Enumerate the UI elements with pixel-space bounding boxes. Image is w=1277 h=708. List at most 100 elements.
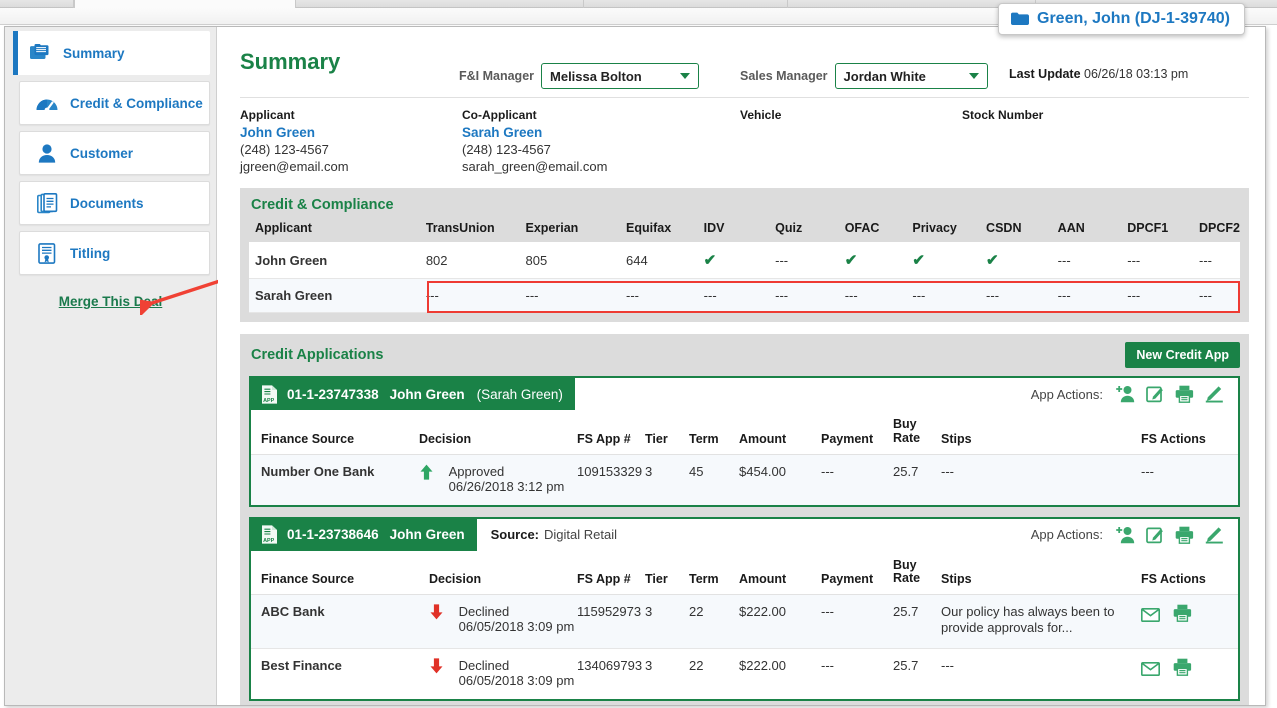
scroll-gutter[interactable]	[1253, 27, 1265, 705]
cc-experian: 805	[525, 242, 626, 279]
check-icon: ✔	[986, 252, 999, 269]
cc-idv: ---	[703, 278, 776, 313]
decision-text: Approved	[448, 463, 505, 479]
new-credit-app-button[interactable]: New Credit App	[1125, 342, 1240, 368]
sign-icon[interactable]	[1205, 385, 1224, 403]
cc-applicant-name[interactable]: Sarah Green	[249, 278, 426, 313]
col-tier: Tier	[645, 410, 689, 455]
add-person-icon[interactable]	[1116, 385, 1135, 403]
sidebar-item-titling[interactable]: Titling	[19, 231, 210, 275]
amount-value: $222.00	[739, 647, 821, 699]
credit-app-card: APP 01-1-23738646 John Green Source: Dig…	[249, 516, 1240, 701]
finance-source-name[interactable]: Number One Bank	[251, 454, 419, 505]
deal-chip-label: Green, John (DJ-1-39740)	[1037, 10, 1230, 27]
term-value: 22	[689, 604, 704, 619]
envelope-icon[interactable]	[1141, 661, 1160, 676]
person-icon	[34, 141, 60, 165]
table-row: Sarah Green --- --- --- --- --- --- --- …	[249, 278, 1240, 313]
credit-app-id: 01-1-23747338	[287, 386, 379, 402]
finance-source-name[interactable]: ABC Bank	[251, 595, 429, 649]
decision-text: Declined	[458, 657, 510, 673]
sales-manager-label: Sales Manager	[740, 69, 828, 83]
edit-icon[interactable]	[1146, 526, 1164, 544]
cc-csdn: ---	[986, 278, 1058, 313]
print-icon[interactable]	[1173, 658, 1192, 676]
sidebar-item-credit-compliance[interactable]: Credit & Compliance	[19, 81, 210, 125]
decision-date: 06/05/2018 3:09 pm	[458, 672, 575, 688]
term-value: 45	[689, 463, 704, 479]
cc-applicant-name[interactable]: John Green	[249, 242, 426, 279]
credit-app-id: 01-1-23738646	[287, 527, 379, 542]
sidebar-item-customer[interactable]: Customer	[19, 131, 210, 175]
fi-manager-label: F&I Manager	[459, 69, 535, 83]
app-actions-group: App Actions:	[1031, 378, 1238, 410]
payment-value: ---	[821, 463, 834, 479]
credit-applications-panel: Credit Applications New Credit App APP 0…	[240, 334, 1249, 705]
add-person-icon[interactable]	[1116, 526, 1135, 544]
merge-deal-link[interactable]: Merge This Deal	[59, 294, 163, 309]
browser-tab[interactable]	[296, 0, 584, 8]
col-finance-source: Finance Source	[251, 550, 429, 595]
coapplicant-email: sarah_green@email.com	[462, 159, 608, 174]
trend-down-icon	[430, 604, 443, 620]
page-header: Summary F&I Manager Melissa Bolton Sales…	[218, 27, 1265, 97]
finance-source-name[interactable]: Best Finance	[251, 647, 429, 699]
tier-value: 3	[645, 647, 689, 699]
coapplicant-phone: (248) 123-4567	[462, 142, 551, 157]
sales-manager-group: Sales Manager Jordan White	[740, 63, 988, 89]
folders-icon	[27, 41, 53, 65]
credit-compliance-table-wrap: Applicant TransUnion Experian Equifax ID…	[249, 221, 1240, 313]
col-fs-app: FS App #	[577, 410, 645, 455]
print-icon[interactable]	[1173, 604, 1192, 622]
sidebar-item-label: Documents	[70, 195, 144, 211]
fs-app-number: 109153329	[577, 463, 643, 479]
credit-app-applicant: John Green	[389, 527, 465, 542]
col-buy-rate: Buy Rate	[893, 550, 941, 595]
credit-app-badge[interactable]: APP 01-1-23738646 John Green	[251, 518, 477, 551]
col-decision: Decision	[429, 550, 577, 595]
credit-app-header: APP 01-1-23747338 John Green (Sarah Gree…	[251, 378, 1238, 410]
app-document-icon: APP	[261, 524, 278, 545]
browser-tab-active[interactable]	[74, 0, 296, 8]
col-amount: Amount	[739, 550, 821, 595]
browser-tab[interactable]	[0, 0, 74, 8]
credit-app-source: Source: Digital Retail	[477, 519, 617, 551]
table-header-row: Applicant TransUnion Experian Equifax ID…	[249, 221, 1240, 242]
deal-chip[interactable]: Green, John (DJ-1-39740)	[998, 3, 1245, 35]
sidebar: Summary Credit & Compliance Customer Doc…	[5, 27, 217, 705]
table-row: Best Finance Declined 06/05/2018 3:09 pm…	[251, 647, 1238, 699]
app-document-icon: APP	[261, 384, 278, 405]
col-term: Term	[689, 550, 739, 595]
stock-block: Stock Number	[962, 108, 1184, 174]
fs-app-number: 115952973	[577, 604, 642, 619]
buy-rate-value: 25.7	[893, 647, 941, 699]
cc-quiz: ---	[775, 242, 845, 279]
col-idv: IDV	[703, 221, 776, 242]
col-csdn: CSDN	[986, 221, 1058, 242]
fi-manager-select[interactable]: Melissa Bolton	[541, 63, 700, 89]
col-payment: Payment	[821, 550, 893, 595]
print-icon[interactable]	[1175, 385, 1194, 403]
col-experian: Experian	[525, 221, 626, 242]
applicant-name[interactable]: John Green	[240, 125, 462, 140]
envelope-icon[interactable]	[1141, 608, 1160, 622]
credit-app-badge[interactable]: APP 01-1-23747338 John Green (Sarah Gree…	[251, 378, 575, 410]
credit-applications-header: Credit Applications New Credit App	[249, 342, 1240, 368]
col-fs-app: FS App #	[577, 550, 645, 595]
stips-value: Our policy has always been to provide ap…	[941, 595, 1141, 649]
certificate-icon	[34, 241, 60, 265]
cc-equifax: ---	[626, 278, 704, 313]
browser-tab[interactable]	[584, 0, 788, 8]
print-icon[interactable]	[1175, 526, 1194, 544]
cc-privacy: ---	[912, 278, 987, 313]
sales-manager-select[interactable]: Jordan White	[834, 63, 988, 89]
app-actions-label: App Actions:	[1030, 386, 1103, 402]
sign-icon[interactable]	[1205, 526, 1224, 544]
credit-compliance-title: Credit & Compliance	[251, 197, 394, 213]
coapplicant-name[interactable]: Sarah Green	[462, 125, 740, 140]
sidebar-item-summary[interactable]: Summary	[13, 31, 210, 75]
edit-icon[interactable]	[1146, 385, 1164, 403]
payment-value: ---	[821, 604, 834, 619]
table-row: Number One Bank Approved 06/26/2018 3:12…	[251, 454, 1238, 505]
sidebar-item-documents[interactable]: Documents	[19, 181, 210, 225]
